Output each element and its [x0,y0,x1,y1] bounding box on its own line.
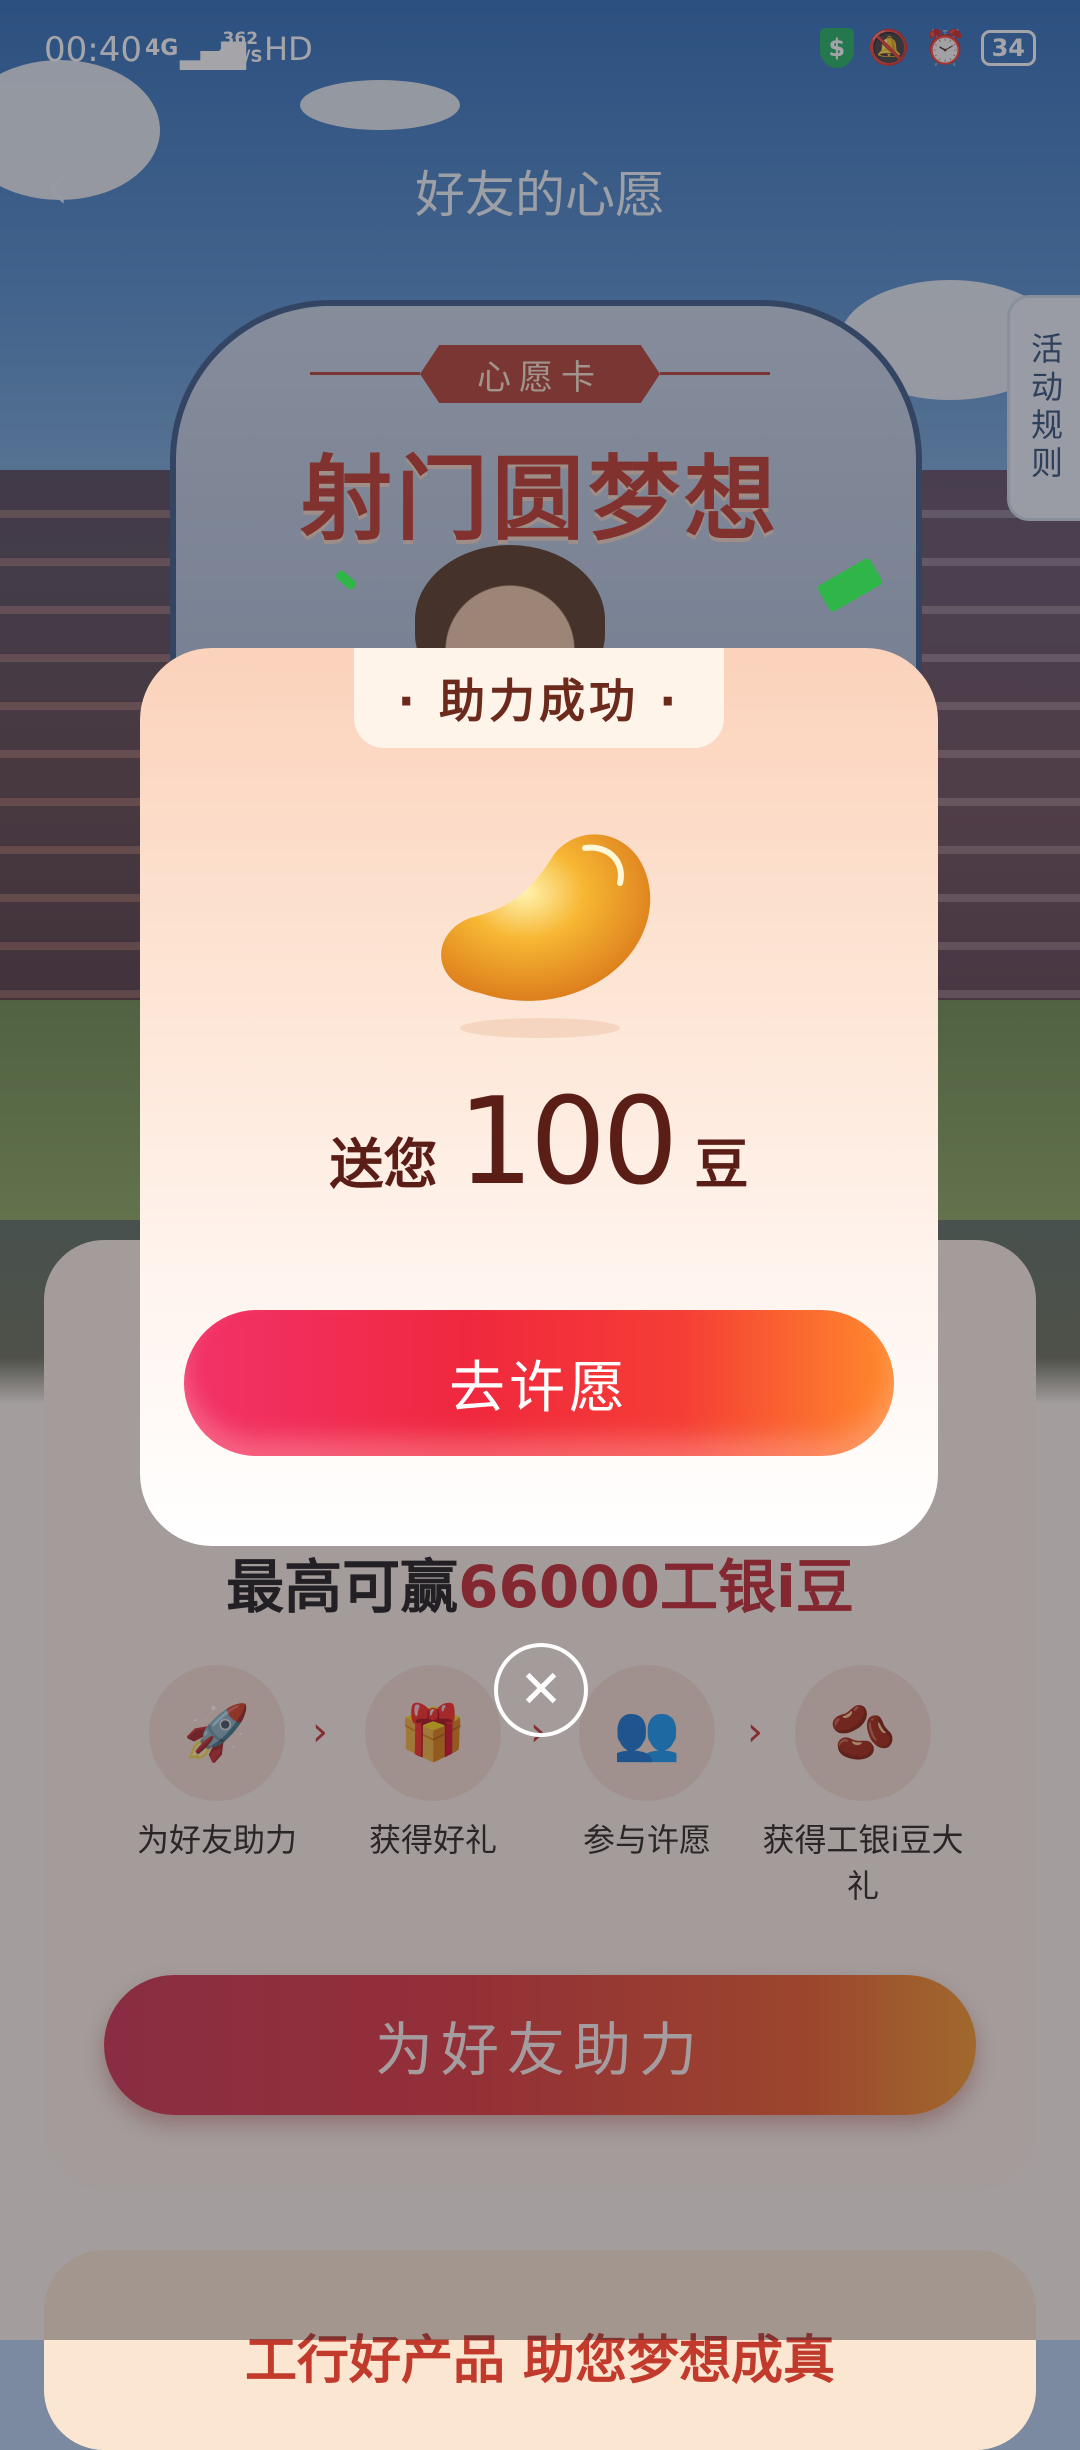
gift-amount: 100 [457,1073,678,1212]
go-wish-button[interactable]: 去许愿 [184,1310,894,1456]
gift-amount-line: 送您 100 豆 [140,1073,938,1212]
golden-bean-icon [441,834,651,1038]
gift-unit: 豆 [694,1133,749,1196]
gift-prefix: 送您 [329,1133,438,1196]
dialog-title: · 助力成功 · [354,648,724,748]
close-icon[interactable]: ✕ [494,1643,588,1737]
success-dialog: · 助力成功 · 送您 100 豆 去许愿 [140,648,938,1546]
